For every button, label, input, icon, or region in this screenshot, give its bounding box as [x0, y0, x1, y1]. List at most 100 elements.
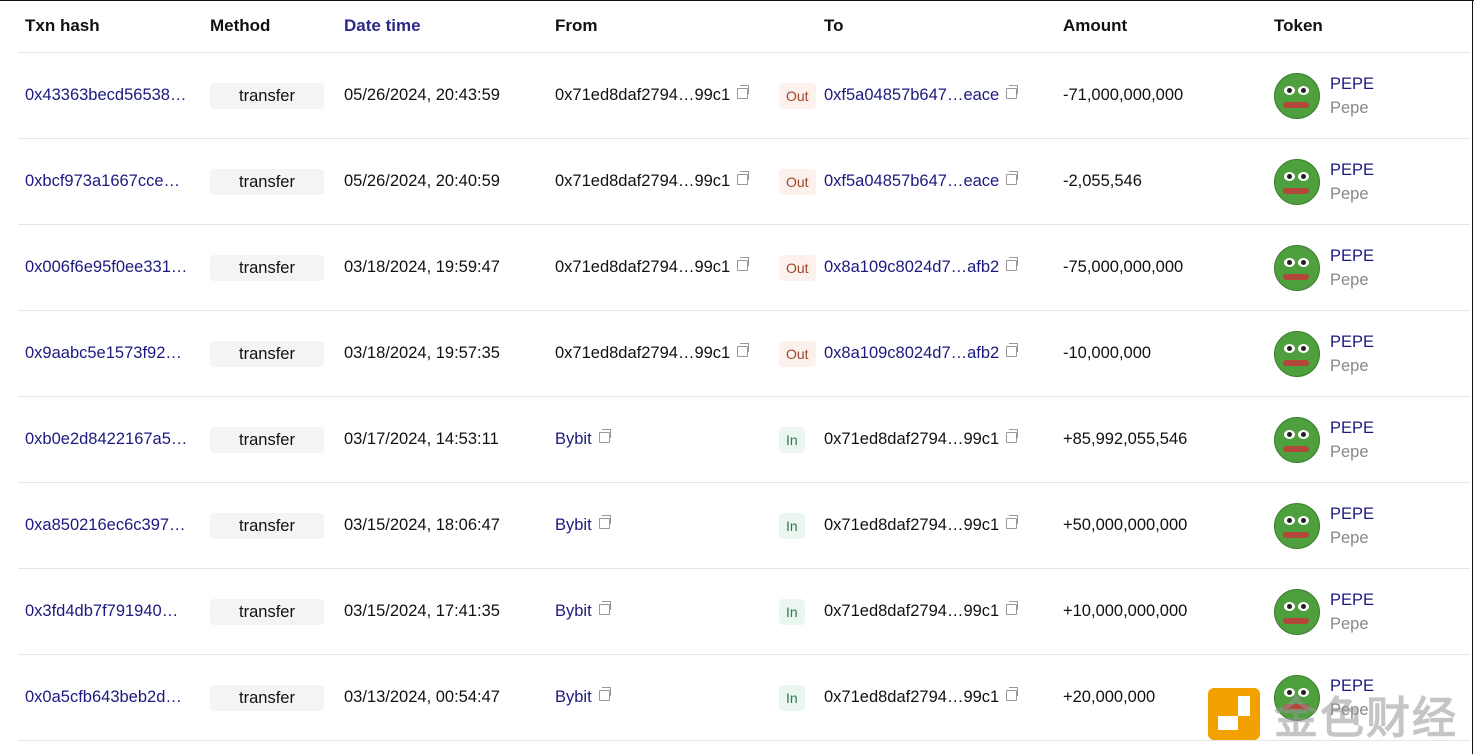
copy-icon[interactable]	[1006, 171, 1019, 186]
txn-hash-link[interactable]: 0xbcf973a1667cce…	[18, 172, 180, 190]
table-header-row: Txn hash Method Date time From To Amount…	[18, 0, 1470, 53]
from-address[interactable]: Bybit	[555, 516, 592, 534]
token-cell: PEPE Pepe	[1274, 310, 1470, 397]
method-badge: transfer	[210, 340, 324, 367]
txn-hash-link[interactable]: 0x9aabc5e1573f92…	[18, 344, 182, 362]
to-address[interactable]: 0x8a109c8024d7…afb2	[824, 344, 999, 362]
direction-cell: In	[779, 396, 824, 483]
token-info[interactable]: PEPE Pepe	[1274, 244, 1470, 292]
copy-icon[interactable]	[1006, 257, 1019, 272]
token-symbol[interactable]: PEPE	[1330, 588, 1374, 612]
method-badge: transfer	[210, 168, 324, 195]
watermark-logo-icon	[1208, 688, 1260, 740]
txn-hash-link[interactable]: 0xb0e2d8422167a5…	[18, 430, 187, 448]
date-cell: 03/13/2024, 00:54:47	[344, 654, 555, 741]
copy-icon[interactable]	[1006, 601, 1019, 616]
to-cell: 0x8a109c8024d7…afb2	[824, 224, 1063, 311]
copy-icon[interactable]	[737, 343, 750, 358]
token-name: Pepe	[1330, 614, 1369, 633]
token-info[interactable]: PEPE Pepe	[1274, 330, 1470, 378]
copy-icon[interactable]	[598, 429, 611, 444]
date-time: 03/18/2024, 19:57:35	[344, 344, 500, 362]
token-cell: PEPE Pepe	[1274, 224, 1470, 311]
date-time: 03/17/2024, 14:53:11	[344, 430, 499, 448]
copy-icon[interactable]	[598, 515, 611, 530]
token-cell: PEPE Pepe	[1274, 482, 1470, 569]
token-symbol[interactable]: PEPE	[1330, 158, 1374, 182]
transactions-table: Txn hash Method Date time From To Amount…	[18, 0, 1470, 741]
to-address[interactable]: 0xf5a04857b647…eace	[824, 172, 999, 190]
copy-icon[interactable]	[598, 687, 611, 702]
from-address[interactable]: Bybit	[555, 602, 592, 620]
copy-icon[interactable]	[1006, 343, 1019, 358]
amount-value: -10,000,000	[1063, 344, 1152, 362]
date-cell: 03/15/2024, 17:41:35	[344, 568, 555, 655]
header-method: Method	[210, 0, 344, 53]
token-name: Pepe	[1330, 270, 1369, 289]
to-address[interactable]: 0x8a109c8024d7…afb2	[824, 258, 999, 276]
to-cell: 0xf5a04857b647…eace	[824, 52, 1063, 139]
method-cell: transfer	[210, 654, 344, 741]
pepe-token-icon	[1274, 72, 1320, 119]
txn-hash-link[interactable]: 0x006f6e95f0ee331…	[18, 258, 187, 276]
copy-icon[interactable]	[737, 257, 750, 272]
txn-hash-link[interactable]: 0x0a5cfb643beb2d…	[18, 688, 182, 706]
token-symbol[interactable]: PEPE	[1330, 244, 1374, 268]
header-date-time[interactable]: Date time	[344, 0, 555, 53]
method-cell: transfer	[210, 52, 344, 139]
direction-badge: In	[779, 512, 805, 539]
method-cell: transfer	[210, 568, 344, 655]
method-cell: transfer	[210, 396, 344, 483]
header-from: From	[555, 0, 779, 53]
token-info[interactable]: PEPE Pepe	[1274, 158, 1470, 206]
token-symbol[interactable]: PEPE	[1330, 330, 1374, 354]
date-cell: 05/26/2024, 20:40:59	[344, 138, 555, 225]
to-cell: 0x71ed8daf2794…99c1	[824, 568, 1063, 655]
token-symbol[interactable]: PEPE	[1330, 72, 1374, 96]
token-name: Pepe	[1330, 528, 1369, 547]
to-cell: 0x71ed8daf2794…99c1	[824, 396, 1063, 483]
method-badge: transfer	[210, 512, 324, 539]
token-symbol[interactable]: PEPE	[1330, 502, 1374, 526]
token-info[interactable]: PEPE Pepe	[1274, 72, 1470, 120]
to-address: 0x71ed8daf2794…99c1	[824, 516, 1000, 534]
txn-hash-link[interactable]: 0xa850216ec6c397…	[18, 516, 186, 534]
copy-icon[interactable]	[1006, 429, 1019, 444]
amount-cell: -10,000,000	[1063, 310, 1274, 397]
token-info[interactable]: PEPE Pepe	[1274, 502, 1470, 550]
from-address: 0x71ed8daf2794…99c1	[555, 172, 731, 190]
from-address: 0x71ed8daf2794…99c1	[555, 86, 731, 104]
txn-hash-link[interactable]: 0x3fd4db7f791940…	[18, 602, 178, 620]
pepe-token-icon	[1274, 588, 1320, 635]
from-cell: 0x71ed8daf2794…99c1	[555, 52, 779, 139]
table-row: 0x3fd4db7f791940… transfer 03/15/2024, 17:…	[18, 568, 1470, 655]
from-address[interactable]: Bybit	[555, 430, 592, 448]
header-amount: Amount	[1063, 0, 1274, 53]
amount-value: -71,000,000,000	[1063, 86, 1184, 104]
to-address[interactable]: 0xf5a04857b647…eace	[824, 86, 999, 104]
txn-hash-cell: 0x0a5cfb643beb2d…	[18, 654, 210, 741]
to-address: 0x71ed8daf2794…99c1	[824, 430, 1000, 448]
to-cell: 0xf5a04857b647…eace	[824, 138, 1063, 225]
method-badge: transfer	[210, 426, 324, 453]
token-info[interactable]: PEPE Pepe	[1274, 416, 1470, 464]
copy-icon[interactable]	[1006, 687, 1019, 702]
amount-cell: +10,000,000,000	[1063, 568, 1274, 655]
copy-icon[interactable]	[598, 601, 611, 616]
amount-value: -75,000,000,000	[1063, 258, 1184, 276]
token-info[interactable]: PEPE Pepe	[1274, 588, 1470, 636]
copy-icon[interactable]	[1006, 85, 1019, 100]
direction-badge: Out	[779, 340, 816, 367]
copy-icon[interactable]	[737, 171, 750, 186]
token-symbol[interactable]: PEPE	[1330, 416, 1374, 440]
txn-hash-link[interactable]: 0x43363becd56538…	[18, 86, 186, 104]
txn-hash-cell: 0x9aabc5e1573f92…	[18, 310, 210, 397]
txn-hash-cell: 0x43363becd56538…	[18, 52, 210, 139]
copy-icon[interactable]	[1006, 515, 1019, 530]
from-address[interactable]: Bybit	[555, 688, 592, 706]
direction-badge: Out	[779, 168, 816, 195]
header-txn-hash: Txn hash	[18, 0, 210, 53]
right-border	[1472, 0, 1473, 754]
pepe-token-icon	[1274, 244, 1320, 291]
copy-icon[interactable]	[737, 85, 750, 100]
